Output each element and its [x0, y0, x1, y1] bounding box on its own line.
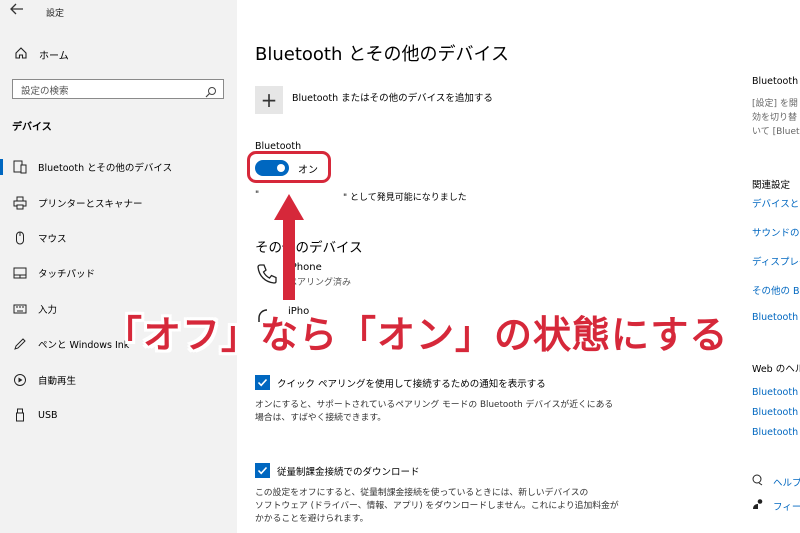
- related-settings-title: 関連設定: [752, 180, 791, 191]
- keyboard-icon: [12, 301, 28, 317]
- plus-icon: +: [260, 88, 278, 112]
- printer-icon: [12, 195, 28, 211]
- help-link[interactable]: ヘルプ: [752, 474, 800, 489]
- quick-pair-description-1: オンにすると、サポートされているペアリング モードの Bluetooth デバイ…: [255, 400, 614, 410]
- feedback-label: フィード: [773, 502, 800, 513]
- sidebar-item-printers[interactable]: プリンターとスキャナー: [0, 190, 237, 216]
- metered-description-2: ソフトウェア (ドライバー、情報、アプリ) をダウンロードしません。これにより追…: [255, 501, 619, 511]
- sidebar-item-usb[interactable]: USB: [0, 402, 237, 428]
- pen-icon: [12, 336, 28, 352]
- right-rail: Bluetooth [設定] を開 効を切り替 いて [Blueto 関連設定 …: [752, 0, 800, 533]
- related-link[interactable]: Bluetooth: [752, 312, 798, 323]
- metered-download-label[interactable]: 従量制課金接続でのダウンロード: [277, 464, 420, 478]
- rail-bluetooth-desc-2: 効を切り替: [752, 113, 798, 123]
- help-icon: [752, 474, 767, 489]
- bluetooth-toggle[interactable]: [255, 160, 289, 176]
- related-link[interactable]: ディスプレイ: [752, 254, 800, 268]
- toggle-state-label: オン: [298, 165, 318, 176]
- quick-pair-label[interactable]: クイック ペアリングを使用して接続するための通知を表示する: [277, 376, 546, 390]
- feedback-icon: [752, 499, 767, 513]
- bluetooth-device-icon: [12, 159, 28, 175]
- mouse-icon: [12, 230, 28, 246]
- toggle-knob: [277, 164, 285, 172]
- metered-description-1: この設定をオフにすると、従量制課金接続を使っているときには、新しいデバイスの: [255, 488, 589, 498]
- quick-pair-description-2: 場合は、すばやく接続できます。: [255, 413, 387, 423]
- search-placeholder: 設定の検索: [21, 86, 69, 97]
- touchpad-icon: [12, 265, 28, 281]
- related-link[interactable]: その他の B: [752, 283, 800, 297]
- sidebar-home[interactable]: ホーム: [14, 46, 69, 62]
- rail-bluetooth-heading: Bluetooth: [752, 76, 799, 87]
- main-content: Bluetooth とその他のデバイス + Bluetooth またはその他のデ…: [237, 0, 800, 533]
- annotation-caption: 「オフ」なら「オン」の状態にする: [104, 313, 729, 357]
- discoverable-text: " として発見可能になりました: [343, 193, 467, 203]
- related-link[interactable]: サウンドの: [752, 225, 800, 239]
- quick-pair-checkbox[interactable]: [255, 375, 270, 390]
- search-input[interactable]: 設定の検索: [12, 79, 224, 99]
- back-arrow-icon[interactable]: [10, 3, 24, 19]
- discoverable-open-quote: ": [255, 190, 260, 200]
- web-help-link[interactable]: Bluetooth: [752, 407, 798, 418]
- usb-icon: [12, 407, 28, 423]
- sidebar-item-label: 自動再生: [38, 376, 77, 387]
- sidebar: 設定 ホーム 設定の検索 デバイス Bluetooth とその他のデバイス プリ…: [0, 0, 237, 533]
- sidebar-item-label: 入力: [38, 305, 58, 316]
- annotation-arrow-icon: [274, 194, 304, 300]
- home-icon: [14, 46, 30, 63]
- metered-description-3: かかることを避けられます。: [255, 514, 369, 524]
- web-help-link[interactable]: Bluetooth: [752, 387, 798, 398]
- search-icon[interactable]: [205, 83, 217, 98]
- sidebar-item-mouse[interactable]: マウス: [0, 225, 237, 251]
- sidebar-item-autoplay[interactable]: 自動再生: [0, 367, 237, 393]
- sidebar-item-label: Bluetooth とその他のデバイス: [38, 163, 173, 174]
- window-title: 設定: [46, 9, 65, 19]
- sidebar-home-label: ホーム: [39, 50, 69, 62]
- sidebar-section-title: デバイス: [12, 122, 52, 133]
- add-device-button[interactable]: +: [255, 86, 283, 114]
- related-link[interactable]: デバイスと: [752, 196, 799, 210]
- sidebar-item-bluetooth[interactable]: Bluetooth とその他のデバイス: [0, 154, 237, 180]
- rail-bluetooth-desc-1: [設定] を開: [752, 99, 798, 109]
- help-label: ヘルプ: [773, 478, 800, 489]
- check-icon: [257, 466, 268, 475]
- sidebar-item-label: マウス: [38, 234, 67, 245]
- add-device-label[interactable]: Bluetooth またはその他のデバイスを追加する: [292, 90, 493, 104]
- metered-download-checkbox[interactable]: [255, 463, 270, 478]
- rail-bluetooth-desc-3: いて [Blueto: [752, 127, 800, 137]
- web-help-link[interactable]: Bluetooth: [752, 427, 798, 438]
- web-help-title: Web のヘル: [752, 364, 800, 375]
- sidebar-item-label: USB: [38, 409, 58, 421]
- sidebar-item-label: タッチパッド: [38, 269, 96, 280]
- page-title: Bluetooth とその他のデバイス: [255, 44, 510, 65]
- title-bar: 設定: [0, 0, 237, 24]
- check-icon: [257, 378, 268, 387]
- sidebar-item-touchpad[interactable]: タッチパッド: [0, 260, 237, 286]
- sidebar-item-label: プリンターとスキャナー: [38, 199, 143, 210]
- autoplay-icon: [12, 372, 28, 388]
- feedback-link[interactable]: フィード: [752, 498, 800, 513]
